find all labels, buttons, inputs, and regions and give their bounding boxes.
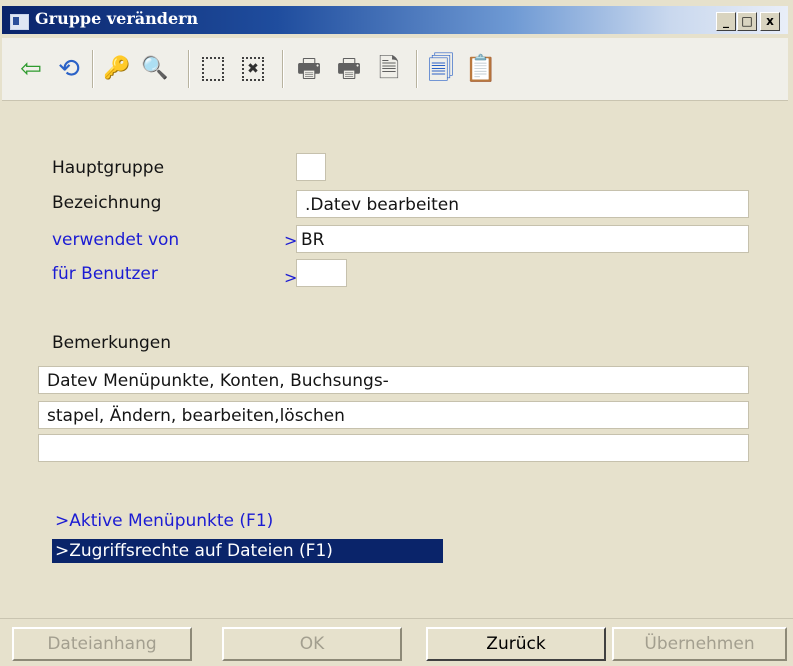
toolbar: ⇦ ⟲ 🔑 🔍 ✖ 🖶 🖶 🗎 🗐 📋 — [2, 38, 788, 101]
dateianhang-button[interactable]: Dateianhang — [12, 627, 192, 661]
export-icon[interactable]: 🗎 — [374, 54, 404, 84]
back-arrow-icon[interactable]: ⇦ — [16, 54, 46, 84]
print-icon[interactable]: 🖶 — [294, 54, 324, 84]
paste-icon[interactable]: 📋 — [465, 54, 497, 84]
close-button[interactable]: x — [760, 12, 780, 31]
deselect-icon[interactable]: ✖ — [238, 54, 268, 84]
title-bar[interactable]: Gruppe verändern _ □ x — [2, 6, 788, 34]
bemerkungen-label: Bemerkungen — [52, 333, 172, 353]
window: Gruppe verändern _ □ x ⇦ ⟲ 🔑 🔍 ✖ 🖶 🖶 🗎 🗐… — [0, 0, 793, 666]
aktive-menuepunkte-link[interactable]: >Aktive Menüpunkte (F1) — [52, 509, 276, 533]
maximize-button[interactable]: □ — [737, 12, 757, 31]
ok-button[interactable]: OK — [222, 627, 402, 661]
uebernehmen-button[interactable]: Übernehmen — [612, 627, 787, 661]
bezeichnung-input[interactable]: .Datev bearbeiten — [296, 190, 749, 218]
bemerkungen-line-2[interactable]: stapel, Ändern, bearbeiten,löschen — [38, 401, 749, 429]
verwendet-von-input[interactable]: BR — [296, 225, 749, 253]
key-icon[interactable]: 🔑 — [102, 54, 132, 84]
refresh-icon[interactable]: ⟲ — [54, 54, 84, 84]
bezeichnung-label: Bezeichnung — [52, 193, 162, 213]
window-title: Gruppe verändern — [35, 9, 199, 28]
fuer-benutzer-label[interactable]: für Benutzer — [52, 264, 158, 284]
zugriffsrechte-link[interactable]: >Zugriffsrechte auf Dateien (F1) — [52, 539, 443, 563]
bemerkungen-line-1[interactable]: Datev Menüpunkte, Konten, Buchsungs- — [38, 366, 749, 394]
copy-icon[interactable]: 🗐 — [426, 54, 456, 84]
print-preview-icon[interactable]: 🖶 — [334, 54, 364, 84]
verwendet-von-label[interactable]: verwendet von — [52, 230, 179, 250]
bemerkungen-line-3[interactable] — [38, 434, 749, 462]
hauptgruppe-checkbox[interactable] — [296, 153, 326, 181]
minimize-button[interactable]: _ — [716, 12, 736, 31]
fuer-benutzer-input[interactable] — [296, 259, 347, 287]
button-bar: Dateianhang OK Zurück Übernehmen — [0, 618, 793, 665]
hauptgruppe-label: Hauptgruppe — [52, 158, 165, 178]
app-icon[interactable] — [10, 14, 29, 30]
search-icon[interactable]: 🔍 — [140, 54, 170, 84]
select-frame-icon[interactable] — [198, 54, 228, 84]
zurueck-button[interactable]: Zurück — [426, 627, 606, 661]
